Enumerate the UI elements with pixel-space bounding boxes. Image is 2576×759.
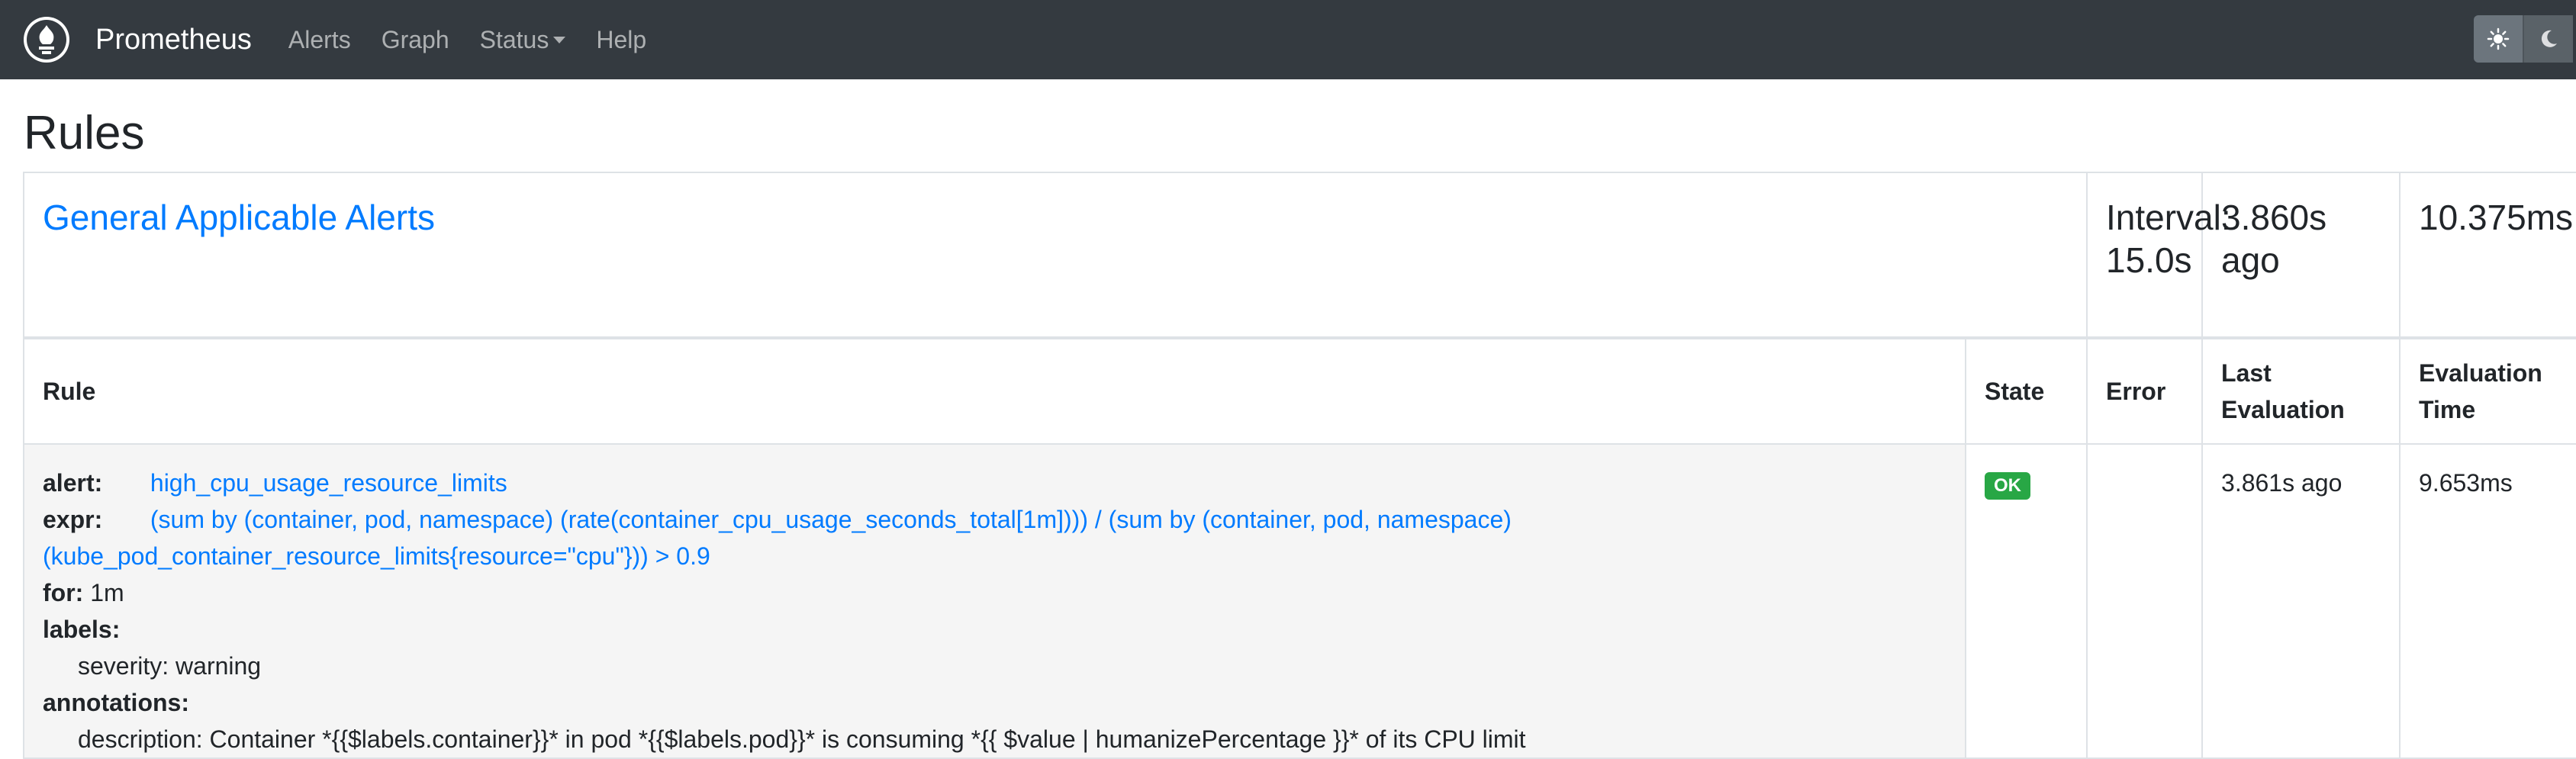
expr-link-line1[interactable]: (sum by (container, pod, namespace) (rat… — [150, 506, 1512, 533]
dark-theme-button[interactable] — [2523, 15, 2573, 63]
alert-key: alert: — [43, 469, 103, 497]
label-severity: severity: warning — [78, 652, 262, 680]
header-rule: Rule — [23, 336, 1966, 445]
sun-icon — [2487, 27, 2510, 50]
brand-link[interactable]: Prometheus — [95, 24, 252, 56]
rules-table: General Applicable Alerts Interval: 15.0… — [22, 172, 2576, 759]
nav-graph-link[interactable]: Graph — [382, 26, 449, 54]
header-last-evaluation: Last Evaluation — [2201, 336, 2401, 445]
state-ok-badge: OK — [1985, 472, 2030, 500]
moon-icon — [2541, 30, 2557, 47]
light-theme-button[interactable] — [2474, 15, 2523, 63]
table-header-row: Rule State Error Last Evaluation Evaluat… — [23, 336, 2576, 445]
table-row: alert: high_cpu_usage_resource_limits ex… — [23, 443, 2576, 759]
nav-help-link[interactable]: Help — [596, 26, 646, 54]
for-key: for: — [43, 579, 84, 606]
page-title: Rules — [24, 107, 145, 159]
expr-key: expr: — [43, 506, 103, 533]
group-interval: Interval: 15.0s — [2086, 172, 2231, 339]
group-name-link[interactable]: General Applicable Alerts — [43, 198, 435, 237]
theme-toggle-group — [2474, 15, 2576, 63]
rule-definition: alert: high_cpu_usage_resource_limits ex… — [23, 443, 1966, 759]
group-evaluation-time: 10.375ms — [2399, 172, 2576, 339]
caret-down-icon — [553, 36, 566, 43]
labels-key: labels: — [43, 616, 121, 643]
navbar: Prometheus Alerts Graph Status Help — [0, 0, 2576, 79]
nav-status-label: Status — [479, 25, 549, 53]
rule-last-evaluation: 3.861s ago — [2201, 443, 2401, 759]
header-evaluation-time: Evaluation Time — [2399, 336, 2576, 445]
annotation-description: description: Container *{{$labels.contai… — [78, 725, 1526, 753]
rule-error-cell — [2086, 443, 2204, 759]
prometheus-logo-icon[interactable] — [24, 17, 69, 63]
header-error: Error — [2086, 336, 2204, 445]
nav-alerts-link[interactable]: Alerts — [288, 26, 351, 54]
nav-status-dropdown[interactable]: Status — [480, 26, 566, 54]
annotations-key: annotations: — [43, 689, 189, 716]
rule-group-header: General Applicable Alerts Interval: 15.0… — [22, 172, 2576, 339]
for-value: 1m — [90, 579, 124, 606]
group-last-evaluation: 3.860s ago — [2201, 172, 2401, 339]
rule-state-cell: OK — [1964, 443, 2088, 759]
header-state: State — [1964, 336, 2088, 445]
alert-name-link[interactable]: high_cpu_usage_resource_limits — [150, 469, 507, 497]
expr-link-line2[interactable]: (kube_pod_container_resource_limits{reso… — [43, 542, 710, 570]
rule-evaluation-time: 9.653ms — [2399, 443, 2576, 759]
